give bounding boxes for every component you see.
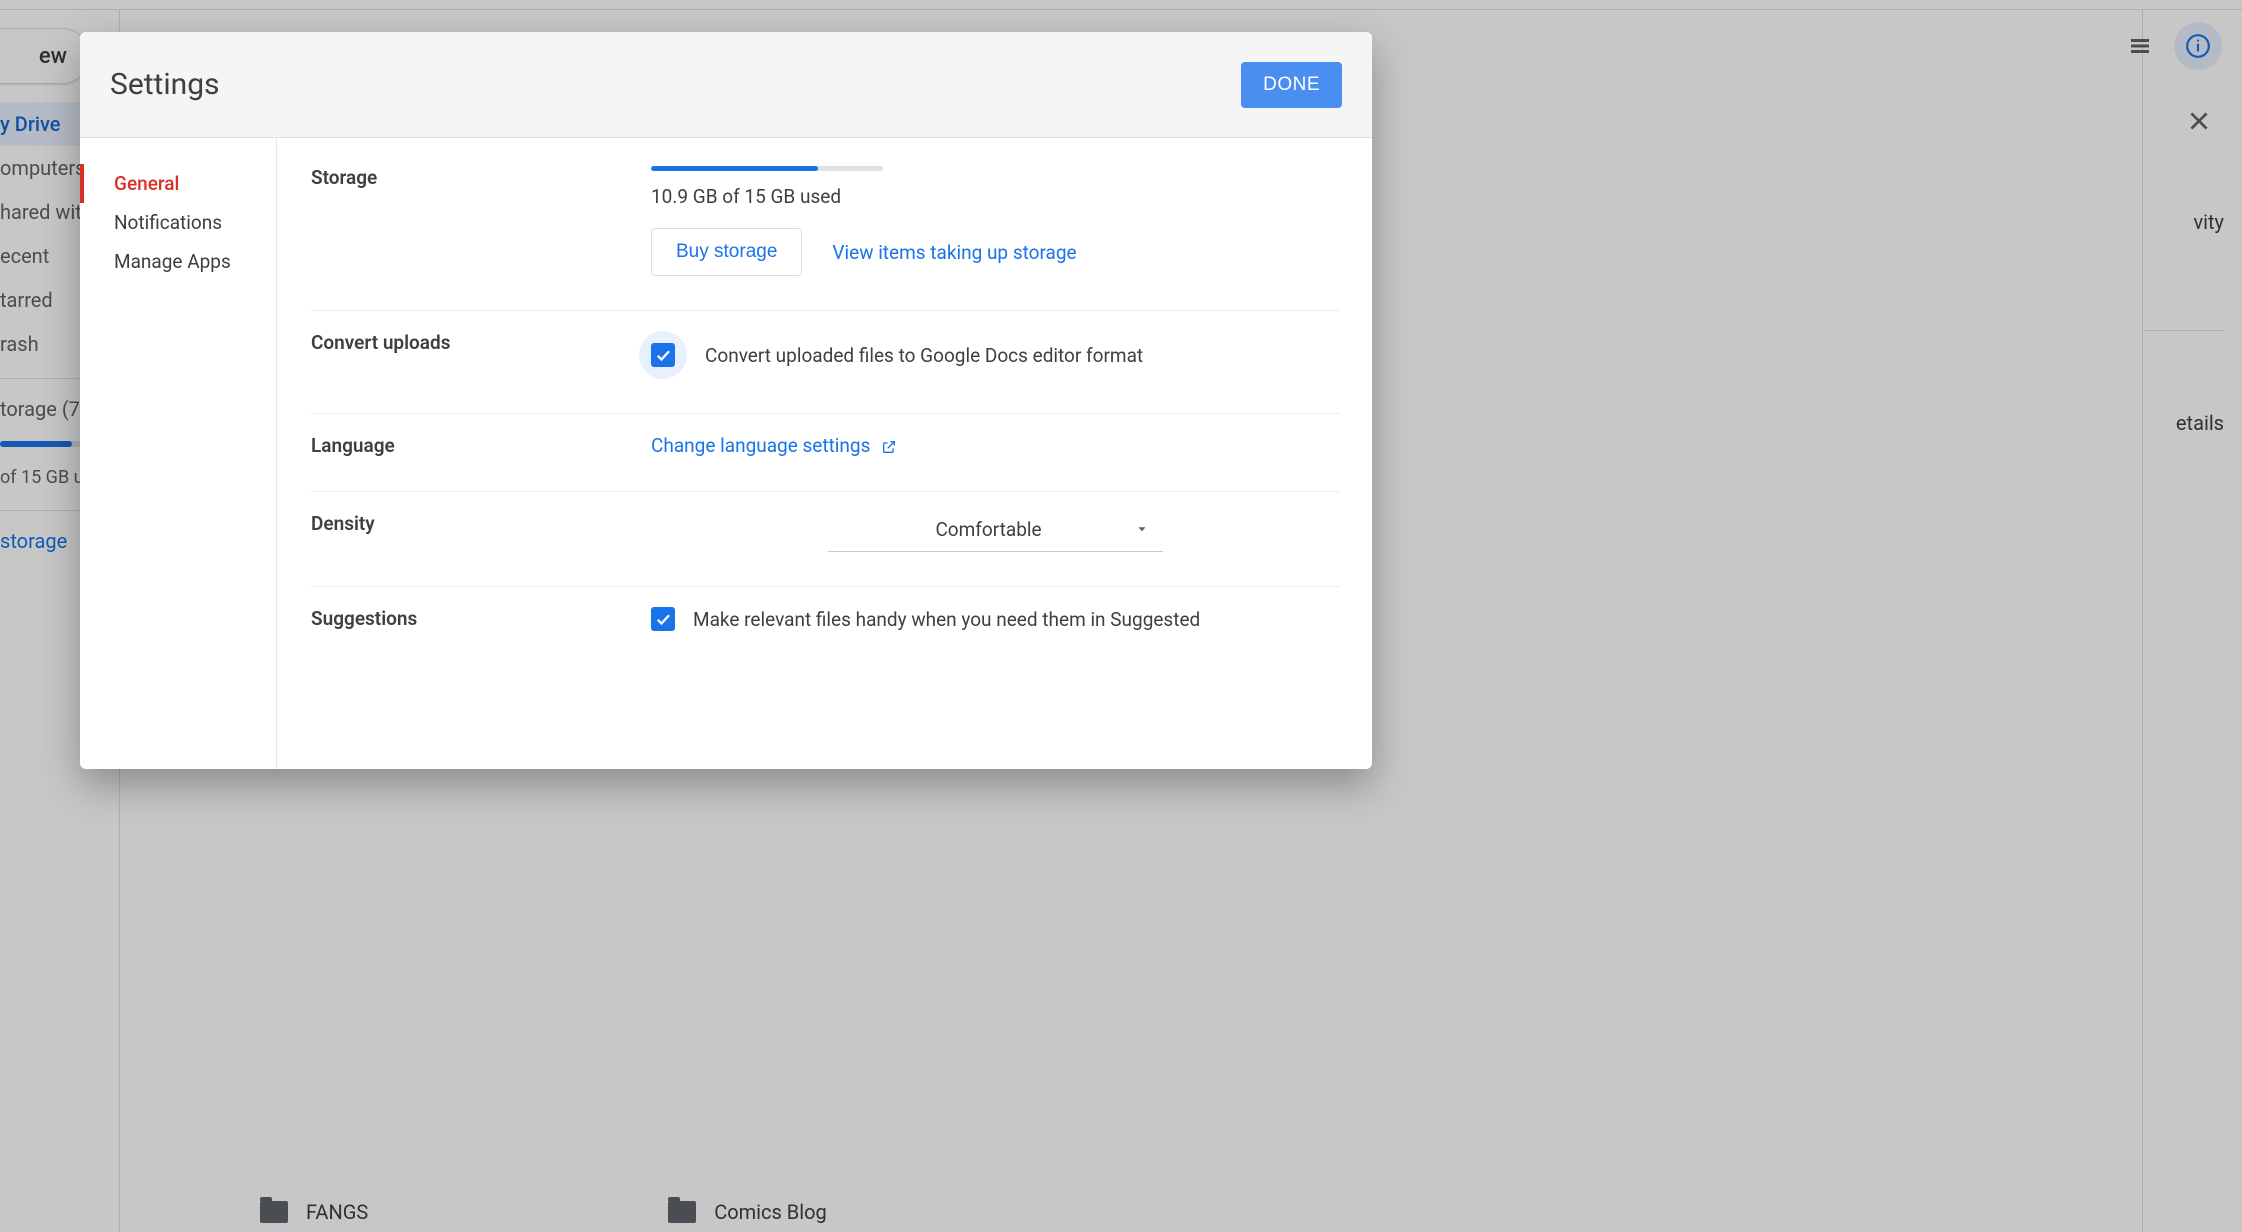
modal-nav: General Notifications Manage Apps xyxy=(80,138,277,769)
suggestions-checkbox[interactable] xyxy=(651,607,675,631)
suggestions-desc: Make relevant files handy when you need … xyxy=(693,608,1200,631)
modal-header: Settings DONE xyxy=(80,32,1372,138)
convert-label: Convert uploads xyxy=(311,331,651,354)
density-dropdown[interactable]: Comfortable xyxy=(828,512,1163,552)
view-items-link[interactable]: View items taking up storage xyxy=(832,241,1076,264)
section-language: Language Change language settings xyxy=(311,414,1340,492)
convert-desc: Convert uploaded files to Google Docs ed… xyxy=(705,344,1143,367)
buy-storage-button[interactable]: Buy storage xyxy=(651,228,802,276)
section-storage: Storage 10.9 GB of 15 GB used Buy storag… xyxy=(311,166,1340,311)
section-suggestions: Suggestions Make relevant files handy wh… xyxy=(311,587,1340,665)
chevron-down-icon xyxy=(1135,518,1149,541)
section-convert-uploads: Convert uploads Convert uploaded files t… xyxy=(311,311,1340,414)
modal-title: Settings xyxy=(110,67,220,102)
external-link-icon xyxy=(881,439,897,455)
density-label: Density xyxy=(311,512,651,535)
check-icon xyxy=(654,610,672,628)
nav-notifications[interactable]: Notifications xyxy=(80,203,276,242)
section-density: Density Comfortable xyxy=(311,492,1340,587)
change-language-text: Change language settings xyxy=(651,434,870,457)
nav-general[interactable]: General xyxy=(80,164,276,203)
done-button[interactable]: DONE xyxy=(1241,62,1342,108)
modal-content: Storage 10.9 GB of 15 GB used Buy storag… xyxy=(277,138,1372,769)
density-value: Comfortable xyxy=(842,518,1135,541)
settings-modal: Settings DONE General Notifications Mana… xyxy=(80,32,1372,769)
storage-used-text: 10.9 GB of 15 GB used xyxy=(651,185,1340,208)
storage-progress-bar xyxy=(651,166,883,171)
convert-checkbox[interactable] xyxy=(651,343,675,367)
change-language-link[interactable]: Change language settings xyxy=(651,434,897,457)
storage-label: Storage xyxy=(311,166,651,189)
nav-manage-apps[interactable]: Manage Apps xyxy=(80,242,276,281)
language-label: Language xyxy=(311,434,651,457)
check-icon xyxy=(654,346,672,364)
convert-checkbox-halo xyxy=(639,331,687,379)
storage-progress-fill xyxy=(651,166,818,171)
suggestions-label: Suggestions xyxy=(311,607,651,630)
